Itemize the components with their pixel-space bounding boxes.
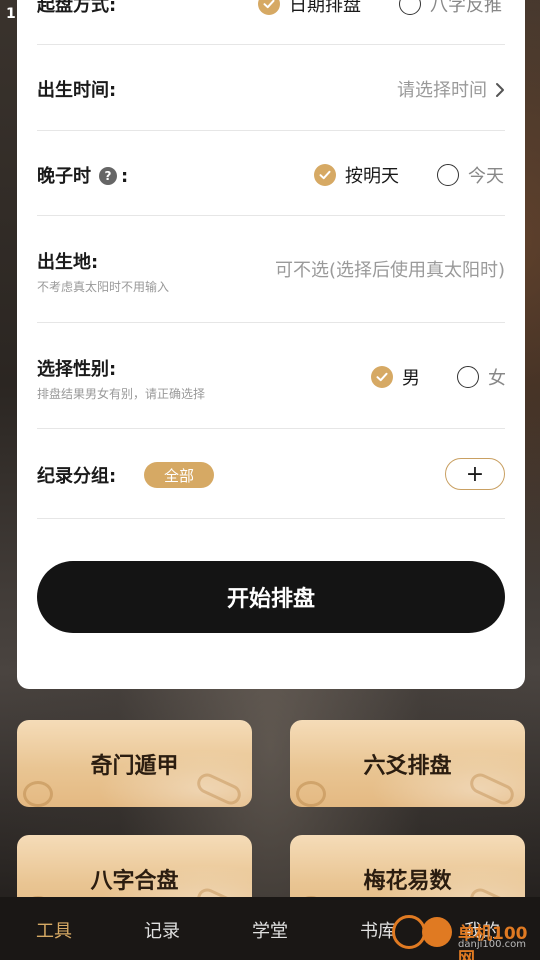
nav-records[interactable]: 记录 [132, 917, 192, 943]
row-record-group: 纪录分组: 全部 + [37, 429, 505, 519]
option-male-label: 男 [402, 368, 420, 389]
tool-tile-label: 梅花易数 [363, 869, 452, 894]
start-chart-button[interactable]: 开始排盘 [37, 561, 505, 633]
check-icon [371, 366, 393, 388]
late-zi-label-text: 晚子时 [37, 166, 91, 187]
option-bazi-reverse-label: 八字反推 [430, 0, 502, 16]
option-today[interactable]: 今天 [437, 162, 504, 188]
add-group-button[interactable]: + [445, 458, 505, 490]
option-bazi-reverse[interactable]: 八字反推 [399, 0, 502, 17]
row-birthplace[interactable]: 出生地: 不考虑真太阳时不用输入 可不选(选择后使用真太阳时) [37, 216, 505, 323]
option-next-day-label: 按明天 [345, 166, 399, 187]
birth-time-select[interactable]: 请选择时间 [397, 76, 505, 103]
radio-empty-icon [437, 164, 459, 186]
option-female-label: 女 [488, 368, 506, 389]
watermark: 单机100网 danji100.com [392, 913, 540, 960]
gender-label: 选择性别: [37, 359, 117, 380]
option-date-chart[interactable]: 日期排盘 [258, 0, 361, 17]
birthplace-hint: 不考虑真太阳时不用输入 [37, 280, 170, 294]
tool-tile-liuyao[interactable]: 六爻排盘 [290, 720, 525, 807]
late-zi-colon: : [121, 166, 129, 187]
watermark-logo-icon [422, 917, 452, 947]
nav-school[interactable]: 学堂 [240, 917, 300, 943]
radio-empty-icon [399, 0, 421, 15]
check-icon [314, 164, 336, 186]
method-label: 起盘方式: [37, 0, 117, 16]
scroll-decoration [296, 781, 326, 807]
birth-time-label: 出生时间: [37, 80, 117, 101]
tool-tile-label: 奇门遁甲 [90, 754, 179, 779]
option-male[interactable]: 男 [371, 364, 420, 390]
tool-tile-label: 六爻排盘 [363, 754, 452, 779]
option-next-day[interactable]: 按明天 [314, 162, 399, 188]
help-icon[interactable]: ? [99, 167, 117, 185]
gender-hint: 排盘结果男女有别，请正确选择 [37, 387, 206, 401]
option-today-label: 今天 [468, 166, 504, 187]
check-icon [258, 0, 280, 15]
nav-tools[interactable]: 工具 [24, 917, 84, 943]
row-birth-time[interactable]: 出生时间: 请选择时间 [37, 45, 505, 131]
birthplace-label: 出生地: [37, 252, 99, 273]
tool-tile-qimen[interactable]: 奇门遁甲 [17, 720, 252, 807]
row-gender: 选择性别: 排盘结果男女有别，请正确选择 男 女 [37, 323, 506, 429]
row-late-zi: 晚子时?: 按明天 今天 [37, 131, 505, 216]
scroll-decoration [23, 781, 53, 807]
watermark-logo-icon [392, 915, 426, 949]
row-method: 起盘方式: 日期排盘 八字反推 [37, 0, 505, 45]
birth-time-placeholder: 请选择时间 [397, 80, 487, 101]
record-group-label: 纪录分组: [37, 466, 117, 487]
radio-empty-icon [457, 366, 479, 388]
late-zi-label: 晚子时?: [37, 162, 128, 188]
chart-form-card: 起盘方式: 日期排盘 八字反推 出生时间: 请选择时间 晚子时?: 按明天 今天… [17, 0, 525, 689]
status-bar-text: 1 [6, 6, 16, 22]
tool-tile-label: 八字合盘 [90, 869, 179, 894]
watermark-url: danji100.com [458, 939, 526, 950]
chevron-right-icon [495, 82, 505, 103]
birthplace-input[interactable]: 可不选(选择后使用真太阳时) [275, 256, 505, 282]
option-date-chart-label: 日期排盘 [289, 0, 361, 16]
option-female[interactable]: 女 [457, 364, 506, 390]
group-tag-all[interactable]: 全部 [144, 462, 214, 488]
